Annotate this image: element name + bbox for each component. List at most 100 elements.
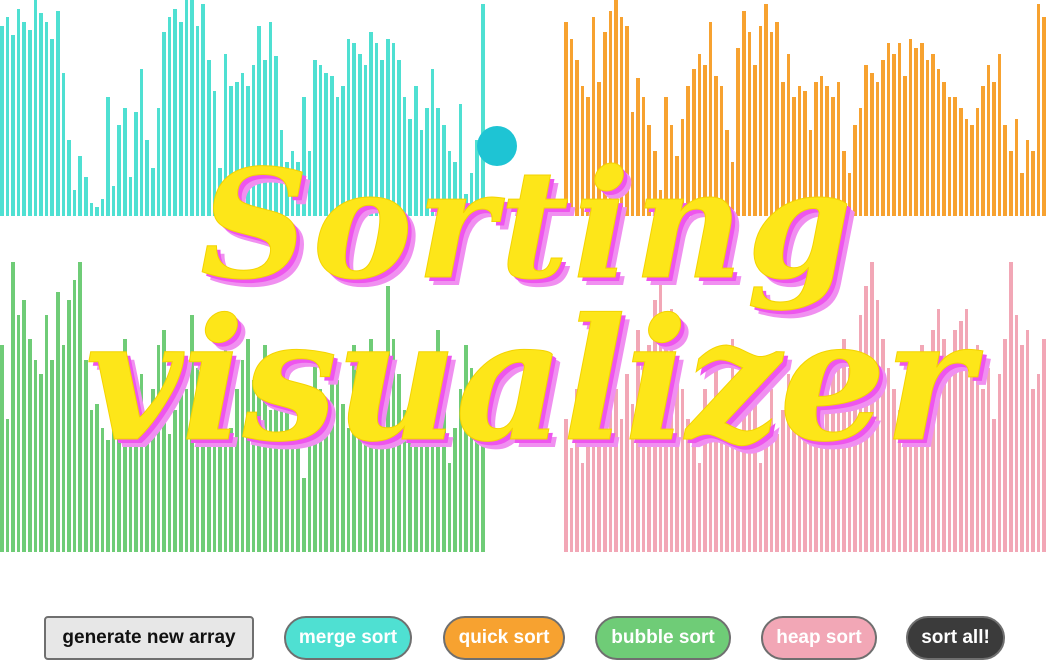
merge-bar [481, 4, 485, 216]
merge-bar [156, 108, 161, 216]
heap-bar [886, 368, 891, 552]
heap-bar [858, 315, 863, 552]
bubble-bar [274, 404, 278, 552]
sort-all-button[interactable]: sort all! [906, 616, 1005, 660]
quick-bar [892, 54, 896, 216]
merge-bar [262, 60, 267, 216]
heap-bar [847, 368, 852, 552]
merge-bar [11, 34, 15, 216]
bubble-bar [212, 404, 217, 552]
bubble-bar [296, 448, 301, 552]
quick-bar [625, 25, 629, 216]
heap-bar [775, 433, 779, 552]
heap-bar [792, 389, 796, 552]
merge-bar [458, 103, 463, 216]
quick-bar [931, 54, 935, 216]
bubble-bar [67, 300, 71, 552]
quick-bar [591, 17, 596, 216]
merge-bar [363, 64, 368, 216]
merge-bar [78, 155, 82, 216]
quick-sort-bars [564, 0, 1048, 216]
heap-bar [1003, 338, 1007, 552]
quick-bar [847, 172, 852, 216]
merge-bar [419, 129, 424, 216]
heap-bar [619, 418, 624, 552]
heap-bar [931, 330, 935, 552]
quick-bar [825, 86, 829, 216]
heap-bar [981, 389, 985, 552]
heap-bar [764, 427, 768, 552]
quick-bar [680, 118, 685, 216]
quick-bar [564, 21, 568, 216]
merge-bar [145, 140, 150, 216]
merge-bar [352, 43, 356, 216]
merge-bar [0, 25, 4, 216]
quick-bar [986, 64, 991, 216]
bubble-bar [391, 338, 396, 552]
heap-bar [1009, 261, 1013, 552]
heap-bar [586, 368, 590, 552]
generate-new-array-button[interactable]: generate new array [44, 616, 254, 660]
quick-bar [669, 125, 674, 216]
bubble-bar [341, 404, 345, 552]
quick-bar [953, 97, 957, 216]
heap-bar [1042, 338, 1046, 552]
quick-bar [630, 112, 635, 216]
merge-sort-button[interactable]: merge sort [284, 616, 412, 660]
quick-bar [792, 97, 796, 216]
bubble-bar [268, 409, 273, 552]
bubble-bar [156, 344, 161, 552]
heap-bar [831, 374, 835, 552]
quick-bar [769, 32, 774, 216]
merge-bar [201, 4, 205, 216]
quick-bar [658, 190, 663, 216]
heap-bar [892, 389, 896, 552]
heap-bar [669, 309, 674, 552]
quick-bar [697, 54, 702, 216]
merge-bar [313, 60, 317, 216]
merge-bar [402, 97, 407, 216]
bubble-bar [458, 389, 463, 552]
merge-bar [67, 140, 71, 216]
merge-bar [106, 97, 110, 216]
bubble-sort-button[interactable]: bubble sort [595, 616, 731, 660]
bubble-bar [72, 279, 77, 552]
merge-bar [330, 75, 334, 216]
heap-sort-button[interactable]: heap sort [761, 616, 877, 660]
quick-bar [742, 10, 746, 216]
merge-bar [218, 168, 222, 216]
heap-bar [964, 309, 969, 552]
bubble-bar [44, 315, 49, 552]
merge-bar [430, 69, 435, 216]
quick-sort-button[interactable]: quick sort [443, 616, 565, 660]
bubble-bar [78, 261, 82, 552]
bubble-bar [290, 433, 295, 552]
heap-bar [780, 409, 785, 552]
heap-bar [630, 404, 635, 552]
quick-bar [881, 60, 885, 216]
quick-bar [653, 151, 657, 216]
bubble-bar [128, 368, 133, 552]
merge-bar [469, 172, 474, 216]
heap-bar [614, 389, 618, 552]
merge-bar [296, 162, 301, 216]
heap-bar [936, 309, 941, 552]
merge-bar [39, 12, 43, 216]
merge-bar [151, 168, 155, 216]
heap-bar [753, 389, 757, 552]
merge-bar [128, 177, 133, 216]
bubble-bar [419, 418, 424, 552]
quick-bar [875, 82, 880, 216]
quick-bar [1014, 118, 1019, 216]
merge-bar [324, 73, 329, 216]
bubble-bar [436, 330, 440, 552]
quick-bar [1031, 151, 1035, 216]
quick-bar [1042, 17, 1046, 216]
heap-bar [970, 368, 974, 552]
merge-bar [369, 32, 373, 216]
heap-bar [597, 404, 601, 552]
heap-bar [730, 338, 735, 552]
merge-bar [123, 108, 127, 216]
heap-bar [920, 344, 924, 552]
heap-bar [864, 285, 868, 552]
